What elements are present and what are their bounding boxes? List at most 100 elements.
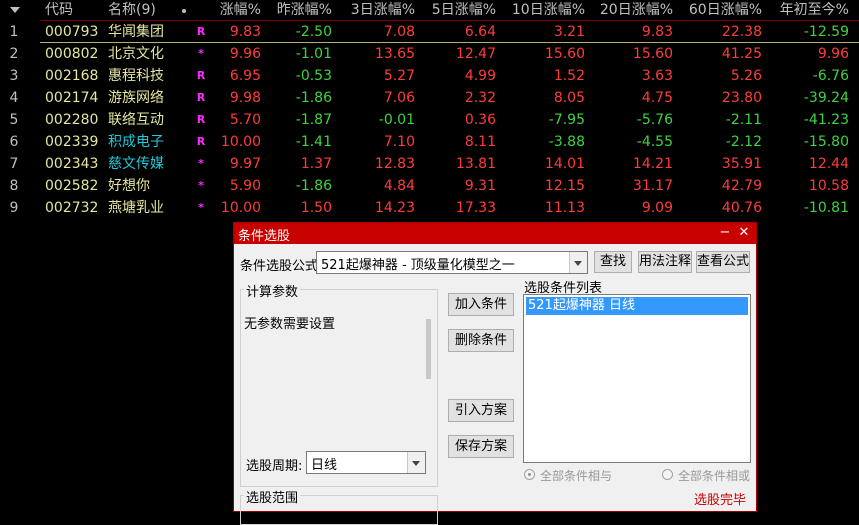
status-flag: * (198, 201, 204, 214)
table-row[interactable]: 4 002174 游族网络 R 9.98 -1.86 7.06 2.32 8.05 4.75 23.… (0, 87, 859, 109)
status-flag: R (196, 25, 206, 38)
value-cell: -2.11 (725, 112, 762, 128)
value-cell: -39.24 (803, 90, 849, 106)
header-code[interactable]: 代码 (45, 0, 73, 22)
value-cell: 1.50 (300, 200, 332, 216)
header-20d-change[interactable]: 20日涨幅% (600, 0, 673, 22)
find-button[interactable]: 查找 (594, 251, 632, 273)
value-cell: 9.98 (229, 90, 261, 106)
stock-name: 游族网络 (108, 90, 164, 106)
range-group-label: 选股范围 (244, 487, 301, 506)
value-cell: 7.08 (383, 24, 415, 40)
value-cell: 15.60 (632, 46, 673, 62)
value-cell: 12.83 (374, 156, 415, 172)
stock-name: 北京文化 (108, 46, 164, 62)
status-flag: * (198, 47, 204, 60)
stock-code: 000802 (45, 46, 99, 62)
value-cell: 31.17 (632, 178, 673, 194)
stock-code: 000793 (45, 24, 99, 40)
header-5d-change[interactable]: 5日涨幅% (432, 0, 496, 22)
import-scheme-button[interactable]: 引入方案 (448, 399, 514, 422)
stock-code: 002343 (45, 156, 99, 172)
value-cell: -41.23 (803, 112, 849, 128)
minimize-icon[interactable]: − (716, 224, 734, 242)
header-ytd-change[interactable]: 年初至今% (780, 0, 849, 22)
value-cell: 17.33 (455, 200, 496, 216)
table-row[interactable]: 7 002343 慈文传媒 * 9.97 1.37 12.83 13.81 14.01 14.21… (0, 153, 859, 175)
value-cell: 8.11 (464, 134, 496, 150)
table-row[interactable]: 5 002280 联络互动 R 5.70 -1.87 -0.01 0.36 -7.95 -5.76… (0, 109, 859, 131)
value-cell: 12.44 (808, 156, 849, 172)
header-10d-change[interactable]: 10日涨幅% (512, 0, 585, 22)
value-cell: 9.31 (464, 178, 496, 194)
status-flag: R (196, 135, 206, 148)
formula-select[interactable]: 521起爆神器 - 顶级量化模型之一 (316, 251, 588, 274)
status-flag: * (198, 179, 204, 192)
value-cell: 42.79 (721, 178, 762, 194)
table-row[interactable]: 3 002168 惠程科技 R 6.95 -0.53 5.27 4.99 1.52 3.63 5.2… (0, 65, 859, 87)
header-prev-change[interactable]: 昨涨幅% (277, 0, 332, 22)
value-cell: -1.41 (295, 134, 332, 150)
usage-notes-button[interactable]: 用法注释 (638, 251, 692, 273)
value-cell: 7.06 (383, 90, 415, 106)
value-cell: 9.97 (229, 156, 261, 172)
close-icon[interactable]: ✕ (735, 224, 753, 242)
value-cell: -5.76 (636, 112, 673, 128)
header-3d-change[interactable]: 3日涨幅% (351, 0, 415, 22)
status-flag: * (198, 157, 204, 170)
value-cell: 22.38 (721, 24, 762, 40)
row-index: 3 (9, 68, 19, 84)
header-name[interactable]: 名称(9) (108, 0, 156, 22)
condition-list-item[interactable]: 521起爆神器 日线 (526, 297, 748, 315)
view-formula-button[interactable]: 查看公式 (696, 251, 750, 273)
value-cell: 5.90 (229, 178, 261, 194)
header-change[interactable]: 涨幅% (220, 0, 261, 22)
value-cell: -1.86 (295, 90, 332, 106)
value-cell: 5.26 (730, 68, 762, 84)
value-cell: -2.12 (725, 134, 762, 150)
and-radio[interactable] (524, 469, 535, 480)
delete-condition-button[interactable]: 删除条件 (448, 329, 514, 352)
table-row[interactable]: 2 000802 北京文化 * 9.96 -1.01 13.65 12.47 15.60 15.6… (0, 43, 859, 65)
table-row[interactable]: 8 002582 好想你 * 5.90 -1.86 4.84 9.31 12.15 31.17 42… (0, 175, 859, 197)
formula-value: 521起爆神器 - 顶级量化模型之一 (321, 258, 515, 273)
table-row[interactable]: 6 002339 积成电子 R 10.00 -1.41 7.10 8.11 -3.88 -4.55… (0, 131, 859, 153)
value-cell: 4.84 (383, 178, 415, 194)
value-cell: -1.01 (295, 46, 332, 62)
table-row[interactable]: 9 002732 燕塘乳业 * 10.00 1.50 14.23 17.33 11.13 9.09… (0, 197, 859, 219)
stock-name: 联络互动 (108, 112, 164, 128)
condition-list[interactable]: 521起爆神器 日线 (523, 294, 751, 463)
value-cell: 1.52 (553, 68, 585, 84)
value-cell: -7.95 (548, 112, 585, 128)
row-index: 9 (9, 200, 19, 216)
value-cell: -0.53 (295, 68, 332, 84)
status-flag: R (196, 69, 206, 82)
sort-triangle-icon[interactable] (10, 7, 20, 13)
value-cell: 14.23 (374, 200, 415, 216)
run-status-text[interactable]: 选股完毕 (694, 489, 746, 508)
row-index: 4 (9, 90, 19, 106)
value-cell: 10.00 (220, 200, 261, 216)
formula-label: 条件选股公式 (240, 259, 319, 274)
params-group-label: 计算参数 (244, 281, 301, 300)
dialog-titlebar[interactable]: 条件选股 − ✕ (234, 223, 756, 244)
add-condition-button[interactable]: 加入条件 (448, 293, 514, 316)
header-60d-change[interactable]: 60日涨幅% (689, 0, 762, 22)
row-index: 1 (9, 24, 19, 40)
stock-code: 002339 (45, 134, 99, 150)
save-scheme-button[interactable]: 保存方案 (448, 435, 514, 458)
value-cell: 3.21 (553, 24, 585, 40)
period-select[interactable]: 日线 (306, 451, 426, 474)
dialog-title: 条件选股 (238, 229, 291, 244)
value-cell: 13.81 (455, 156, 496, 172)
value-cell: 5.70 (229, 112, 261, 128)
chevron-down-icon[interactable] (569, 252, 587, 273)
value-cell: 6.95 (229, 68, 261, 84)
chevron-down-icon[interactable] (407, 452, 425, 473)
value-cell: 4.75 (641, 90, 673, 106)
value-cell: 9.96 (229, 46, 261, 62)
params-scrollbar[interactable] (426, 319, 431, 379)
table-row[interactable]: 1 000793 华闻集团 R 9.83 -2.50 7.08 6.64 3.21 9.83 22.… (0, 21, 859, 43)
stock-name: 惠程科技 (108, 68, 164, 84)
or-radio[interactable] (662, 469, 673, 480)
